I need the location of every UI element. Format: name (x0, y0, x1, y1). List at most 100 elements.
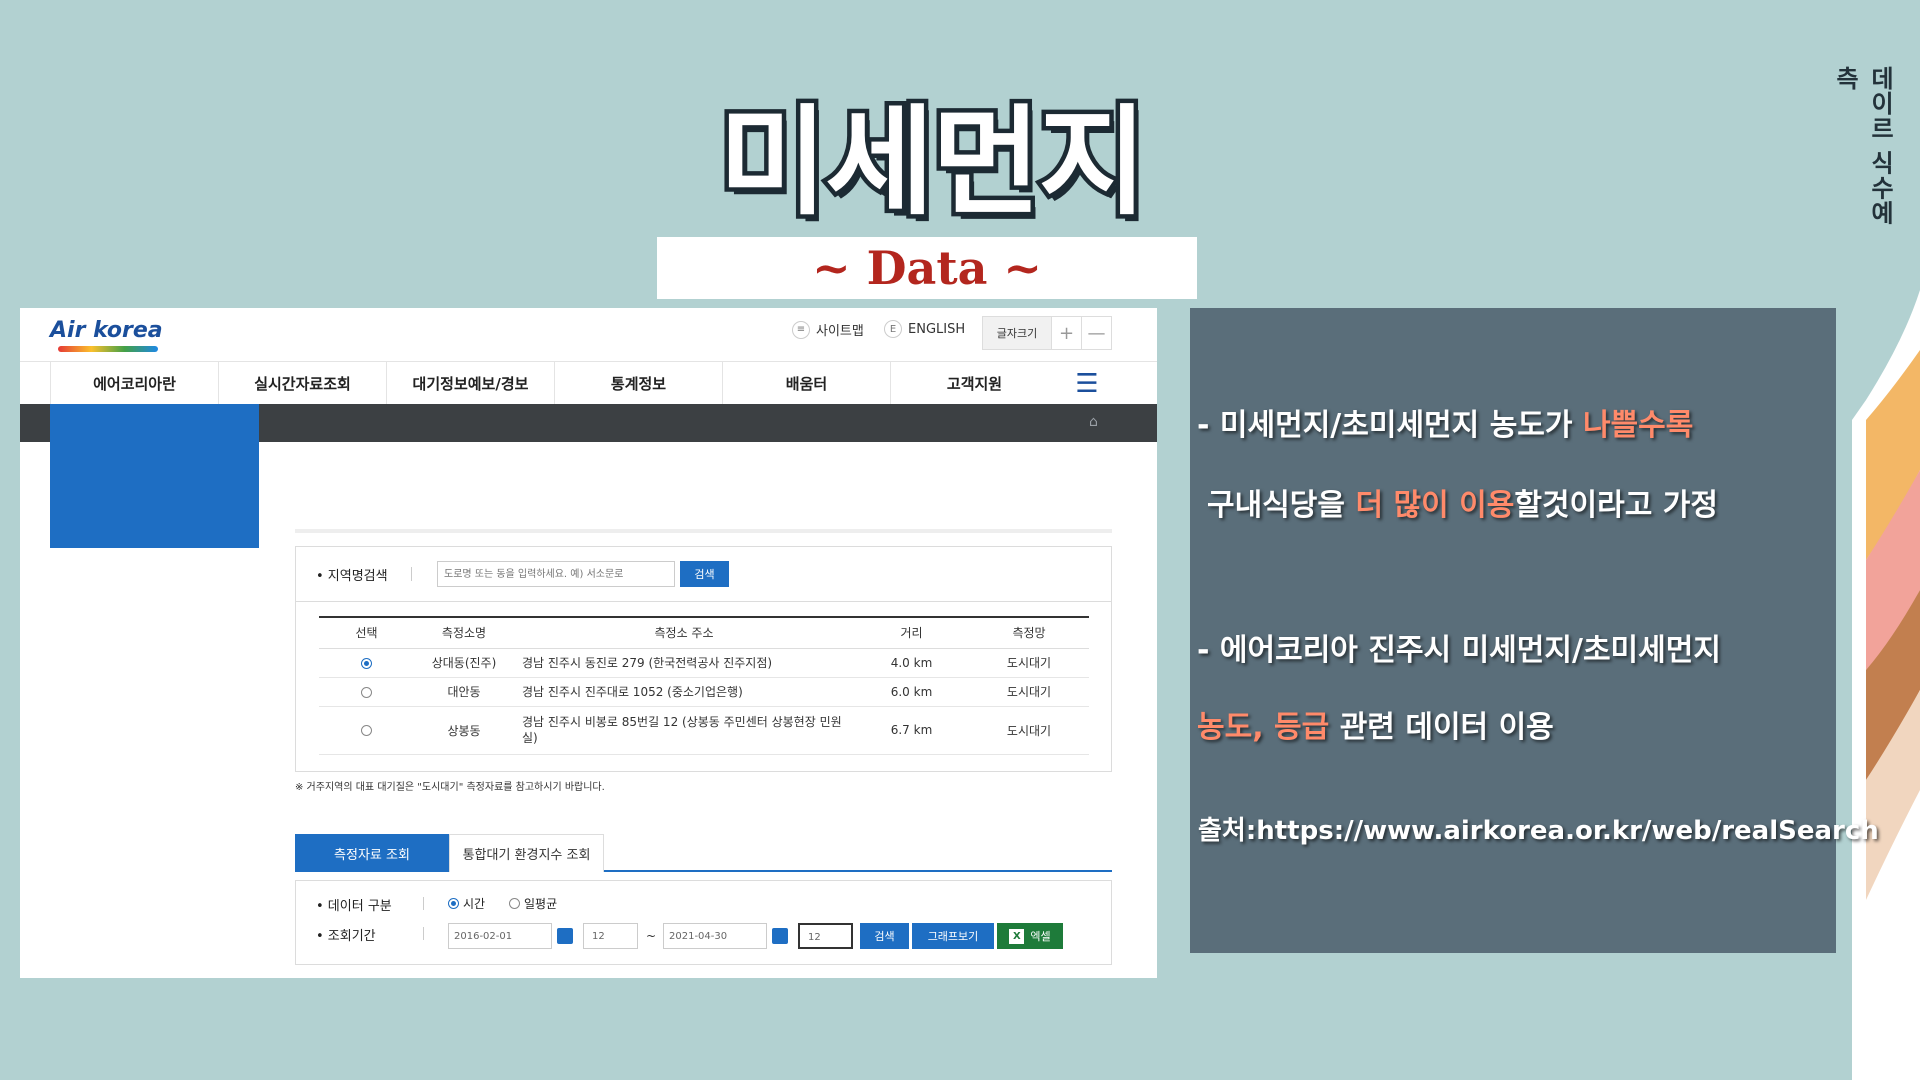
station-table-box: 선택 측정소명 측정소 주소 거리 측정망 상대동(진주) 경남 진주시 동진로… (295, 602, 1112, 772)
divider (295, 529, 1112, 533)
station-distance: 6.0 km (854, 677, 969, 707)
radio-daily-label: 일평균 (524, 897, 558, 911)
station-network: 도시대기 (969, 677, 1089, 707)
nav-item-support[interactable]: 고객지원 (890, 362, 1058, 405)
radio-hour[interactable]: 시간 (448, 895, 485, 912)
info-text: 할것이라고 가정 (1514, 488, 1718, 523)
radio-unselected[interactable] (361, 686, 372, 698)
calendar-icon[interactable] (557, 928, 573, 944)
info-highlight: 나쁠수록 (1582, 408, 1694, 443)
radio-selected[interactable] (448, 898, 459, 909)
calendar-icon[interactable] (772, 928, 788, 944)
info-source: 출처:https://www.airkorea.or.kr/web/realSe… (1198, 816, 1879, 846)
graph-button[interactable]: 그래프보기 (912, 923, 994, 949)
station-network: 도시대기 (969, 706, 1089, 755)
info-text: 구내식당을 (1207, 488, 1356, 523)
excel-label: 엑셀 (1030, 930, 1051, 943)
col-network: 측정망 (969, 616, 1089, 649)
end-hour-select[interactable]: 12 (798, 923, 853, 949)
region-search-box: • 지역명검색 검색 (295, 546, 1112, 602)
nav-item-about[interactable]: 에어코리아란 (50, 362, 218, 405)
separator (423, 927, 424, 940)
main-nav: 에어코리아란 실시간자료조회 대기정보예보/경보 통계정보 배움터 고객지원 ☰ (20, 361, 1157, 405)
radio-unselected[interactable] (509, 898, 520, 909)
station-table: 선택 측정소명 측정소 주소 거리 측정망 상대동(진주) 경남 진주시 동진로… (319, 616, 1089, 755)
redacted-banner (50, 404, 259, 548)
radio-daily[interactable]: 일평균 (509, 895, 557, 912)
info-line-2: 구내식당을 더 많이 이용할것이라고 가정 (1207, 480, 1718, 524)
tab-measurement[interactable]: 측정자료 조회 (295, 834, 449, 872)
logo-swoosh (58, 346, 158, 352)
query-search-button[interactable]: 검색 (860, 923, 909, 949)
station-distance: 6.7 km (854, 706, 969, 755)
info-highlight: 더 많이 이용 (1355, 488, 1515, 523)
station-name: 대안동 (414, 677, 514, 707)
row-radio[interactable] (319, 706, 414, 755)
side-label: 데이르 식수예측 (1831, 66, 1894, 226)
separator (411, 567, 412, 581)
english-icon: E (884, 320, 902, 338)
tab-cai[interactable]: 통합대기 환경지수 조회 (449, 834, 604, 872)
info-line-1: - 미세먼지/초미세먼지 농도가 나쁠수록 (1197, 400, 1693, 444)
font-minus-button[interactable]: — (1081, 317, 1111, 349)
station-address: 경남 진주시 비봉로 85번길 12 (상봉동 주민센터 상봉현장 민원실) (514, 706, 854, 755)
col-select: 선택 (319, 616, 414, 649)
font-size-control: 글자크기 + — (982, 316, 1112, 350)
start-hour-select[interactable]: 12 (583, 923, 638, 949)
row-radio[interactable] (319, 648, 414, 678)
home-icon[interactable]: ⌂ (1089, 414, 1098, 430)
page-title: 미세먼지 (714, 89, 1151, 236)
period-label: • 조회기간 (316, 929, 376, 944)
col-distance: 거리 (854, 616, 969, 649)
sitemap-link[interactable]: ≡ 사이트맵 (792, 320, 864, 339)
nav-item-realtime[interactable]: 실시간자료조회 (218, 362, 386, 405)
sitemap-icon: ≡ (792, 320, 810, 339)
col-address: 측정소 주소 (514, 616, 854, 649)
station-address: 경남 진주시 동진로 279 (한국전력공사 진주지점) (514, 648, 854, 678)
radio-unselected[interactable] (361, 725, 372, 736)
region-search-button[interactable]: 검색 (680, 561, 729, 587)
nav-item-statistics[interactable]: 통계정보 (554, 362, 722, 405)
region-search-input[interactable] (437, 561, 675, 587)
font-size-label: 글자크기 (983, 317, 1051, 349)
excel-button[interactable]: X 엑셀 (997, 923, 1063, 949)
table-row[interactable]: 대안동 경남 진주시 진주대로 1052 (중소기업은행) 6.0 km 도시대… (319, 677, 1089, 707)
station-distance: 4.0 km (854, 648, 969, 678)
info-text: - 미세먼지/초미세먼지 농도가 (1197, 408, 1583, 443)
station-network: 도시대기 (969, 648, 1089, 678)
subtitle-box: ~ Data ~ (657, 237, 1197, 299)
logo-text: Air korea (50, 318, 163, 343)
query-tabs: 측정자료 조회 통합대기 환경지수 조회 (295, 834, 1112, 872)
start-date-input[interactable]: 2016-02-01 (448, 923, 552, 949)
info-highlight: 농도, 등급 (1197, 710, 1330, 745)
query-form: • 데이터 구분 시간 일평균 • 조회기간 2016-02-01 12 ~ 2… (295, 880, 1112, 965)
reference-note: ※ 거주지역의 대표 대기질은 "도시대기" 측정자료를 참고하시기 바랍니다. (295, 782, 605, 793)
separator (423, 897, 424, 910)
station-name: 상봉동 (414, 706, 514, 755)
info-line-4: 농도, 등급 관련 데이터 이용 (1197, 702, 1554, 746)
row-radio[interactable] (319, 677, 414, 707)
range-tilde: ~ (646, 929, 657, 943)
end-date-input[interactable]: 2021-04-30 (663, 923, 767, 949)
english-link[interactable]: E ENGLISH (884, 320, 965, 338)
radio-hour-label: 시간 (463, 897, 486, 911)
info-text: 관련 데이터 이용 (1329, 710, 1554, 745)
nav-item-forecast[interactable]: 대기정보예보/경보 (386, 362, 554, 405)
font-plus-button[interactable]: + (1051, 317, 1081, 349)
region-search-label: • 지역명검색 (316, 569, 388, 584)
excel-icon: X (1009, 928, 1025, 944)
col-station: 측정소명 (414, 616, 514, 649)
station-address: 경남 진주시 진주대로 1052 (중소기업은행) (514, 677, 854, 707)
airkorea-screenshot: Air korea ≡ 사이트맵 E ENGLISH 글자크기 + — 에어코리… (20, 308, 1157, 978)
station-name: 상대동(진주) (414, 648, 514, 678)
data-type-label: • 데이터 구분 (316, 899, 392, 914)
nav-item-learning[interactable]: 배움터 (722, 362, 890, 405)
subtitle: ~ Data ~ (812, 241, 1042, 295)
radio-selected[interactable] (361, 657, 372, 669)
table-row[interactable]: 상봉동 경남 진주시 비봉로 85번길 12 (상봉동 주민센터 상봉현장 민원… (319, 706, 1089, 755)
sitemap-label: 사이트맵 (816, 324, 864, 339)
table-row[interactable]: 상대동(진주) 경남 진주시 동진로 279 (한국전력공사 진주지점) 4.0… (319, 648, 1089, 678)
info-line-3: - 에어코리아 진주시 미세먼지/초미세먼지 (1197, 633, 1721, 668)
airkorea-logo[interactable]: Air korea (50, 318, 163, 352)
hamburger-menu-icon[interactable]: ☰ (1058, 362, 1116, 405)
